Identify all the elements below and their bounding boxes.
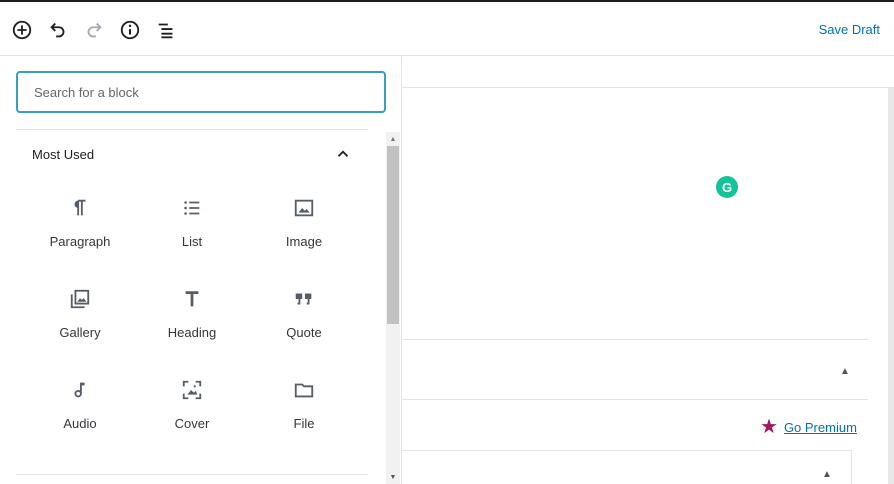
undo-icon — [50, 22, 65, 38]
most-used-panel-header[interactable]: Most Used — [16, 130, 368, 178]
file-icon — [292, 378, 316, 402]
block-label: Image — [285, 234, 323, 249]
block-item-heading[interactable]: Heading — [136, 273, 248, 364]
block-label: Paragraph — [49, 234, 111, 249]
panel-divider — [402, 339, 868, 340]
paragraph-icon — [68, 196, 92, 220]
grammarly-button[interactable]: G — [716, 176, 738, 198]
section-divider — [16, 474, 368, 475]
block-label: Gallery — [59, 325, 101, 340]
list-outline-icon — [158, 23, 173, 39]
audio-icon — [68, 378, 92, 402]
content-info-button[interactable] — [117, 17, 143, 43]
redo-button[interactable] — [81, 17, 107, 43]
list-icon — [180, 196, 204, 220]
gallery-icon — [68, 287, 92, 311]
sub-panel — [402, 450, 852, 484]
block-label: Heading — [167, 325, 217, 340]
sub-panel-toggle-caret-icon[interactable]: ▲ — [822, 469, 832, 480]
block-label: File — [293, 416, 315, 431]
section-title: Most Used — [32, 146, 95, 162]
redo-icon — [87, 22, 102, 38]
panel-divider — [402, 399, 868, 400]
cover-icon — [180, 378, 204, 402]
plus-circle-icon — [12, 20, 32, 40]
block-item-list[interactable]: List — [136, 182, 248, 273]
block-label: Quote — [286, 325, 322, 340]
scroll-up-arrow-icon[interactable]: ▲ — [386, 132, 400, 146]
block-navigation-button[interactable] — [153, 17, 179, 43]
undo-button[interactable] — [45, 17, 71, 43]
block-item-paragraph[interactable]: Paragraph — [24, 182, 136, 273]
editor-scrollbar[interactable] — [888, 88, 894, 484]
block-inserter-popover: Most Used Paragraph List Image Galler — [0, 56, 402, 484]
quote-icon — [292, 287, 316, 311]
block-search-box[interactable] — [16, 71, 386, 113]
editor-top-strip — [402, 56, 894, 88]
go-premium-link[interactable]: ★ Go Premium — [760, 417, 857, 437]
block-label: Audio — [63, 416, 97, 431]
info-icon — [120, 20, 140, 40]
add-block-button[interactable] — [9, 17, 35, 43]
editor-header-toolbar: Save Draft — [0, 0, 894, 56]
inserter-scrollbar-thumb[interactable] — [387, 146, 399, 324]
block-label: Cover — [174, 416, 210, 431]
heading-icon — [180, 287, 204, 311]
block-item-cover[interactable]: Cover — [136, 364, 248, 455]
panel-toggle-caret-icon[interactable]: ▲ — [840, 366, 850, 377]
block-item-image[interactable]: Image — [248, 182, 360, 273]
block-search-input[interactable] — [34, 84, 368, 100]
block-item-gallery[interactable]: Gallery — [24, 273, 136, 364]
block-label: List — [181, 234, 203, 249]
scroll-down-arrow-icon[interactable]: ▼ — [386, 470, 400, 484]
block-item-audio[interactable]: Audio — [24, 364, 136, 455]
save-draft-button[interactable]: Save Draft — [819, 22, 880, 37]
star-icon: ★ — [760, 416, 778, 438]
block-item-file[interactable]: File — [248, 364, 360, 455]
block-types-grid: Paragraph List Image Gallery Heading Quo… — [24, 182, 360, 455]
chevron-up-icon[interactable] — [334, 145, 352, 163]
block-item-quote[interactable]: Quote — [248, 273, 360, 364]
image-icon — [292, 196, 316, 220]
go-premium-label[interactable]: Go Premium — [784, 420, 857, 435]
